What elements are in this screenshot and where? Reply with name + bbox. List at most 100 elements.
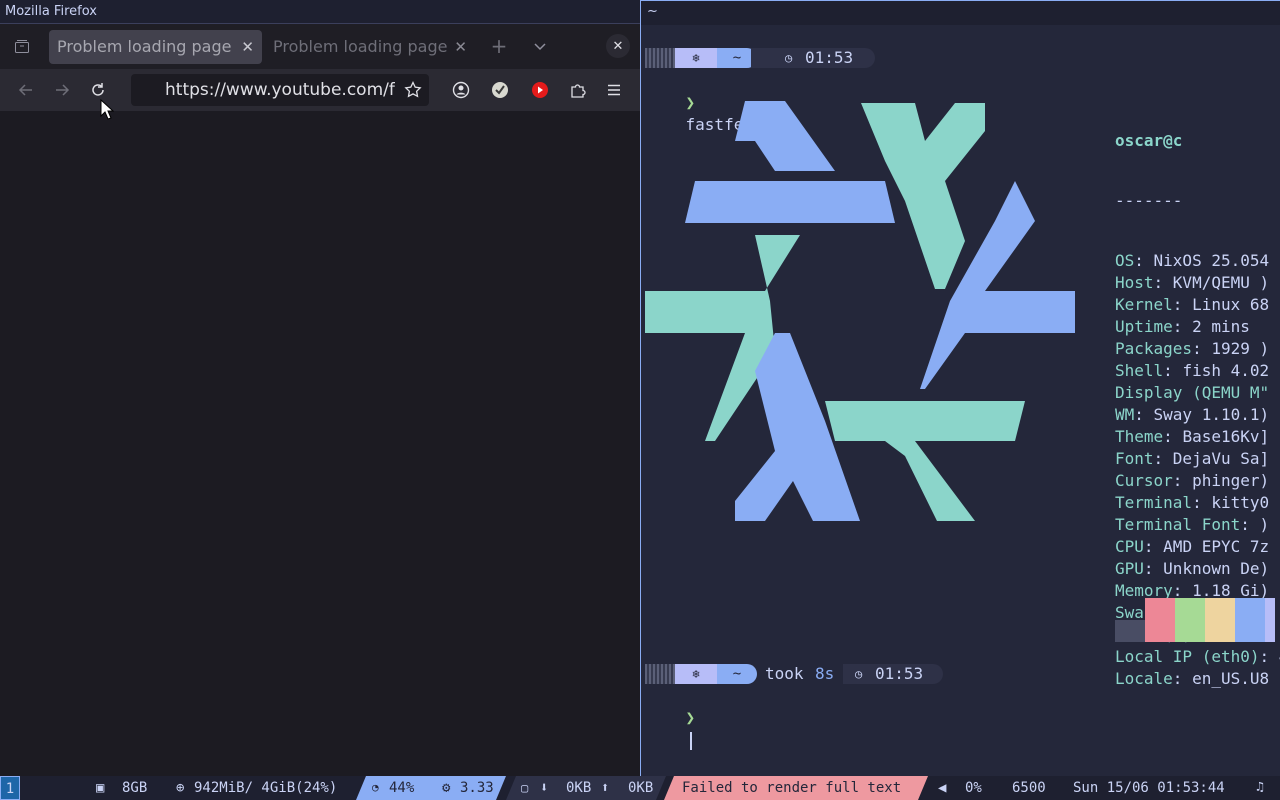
info-line: Font: DejaVu Sa] <box>1115 448 1280 470</box>
navigation-toolbar: https://www.youtube.com/fe <box>0 69 640 111</box>
memory-usage: 942MiB/ 4GiB(24%) <box>194 780 338 796</box>
info-value: fish 4.02 <box>1182 361 1270 380</box>
info-line: Cursor: phinger) <box>1115 470 1280 492</box>
new-tab-icon[interactable]: + <box>489 34 509 58</box>
info-key: Font <box>1115 449 1154 468</box>
info-line: Kernel: Linux 68 <box>1115 294 1280 316</box>
forward-icon[interactable] <box>52 80 72 100</box>
palette-swatch <box>1175 598 1205 642</box>
download-icon: ⬇ <box>540 780 549 796</box>
info-key: Display (QEMU M" <box>1115 383 1270 402</box>
page-content[interactable] <box>0 111 640 776</box>
info-colon: : <box>1172 471 1193 490</box>
info-key: Cursor <box>1115 471 1173 490</box>
close-window-icon[interactable]: ✕ <box>606 34 630 58</box>
palette-swatch <box>1145 598 1175 642</box>
tab-problem-loading-2[interactable]: Problem loading page ✕ <box>265 30 475 64</box>
info-value: Linux 68 <box>1192 295 1270 314</box>
cpu-usage: 44% <box>389 780 415 796</box>
info-line: Theme: Base16Kv] <box>1115 426 1280 448</box>
info-key: CPU <box>1115 537 1144 556</box>
info-value: 2 mins <box>1192 317 1250 336</box>
took-value: 8s <box>815 664 835 683</box>
info-colon: : <box>1153 449 1173 468</box>
load-average: 3.33 <box>460 780 494 796</box>
info-key: Uptime <box>1115 317 1173 336</box>
info-value: NixOS 25.054 <box>1153 251 1270 270</box>
extensions-icon[interactable] <box>568 80 588 100</box>
color-palette <box>1115 598 1280 642</box>
text-cursor <box>689 731 692 750</box>
info-line: Host: KVM/QEMU ) <box>1115 272 1280 294</box>
net-down: 0KB <box>566 780 592 796</box>
terminal-window[interactable]: ~ ❄ ~ ◷ 01:53 ❯ fastfetch oscar@c ------… <box>640 0 1280 776</box>
info-colon: : <box>1172 669 1193 688</box>
info-key: GPU <box>1115 559 1144 578</box>
close-tab-icon[interactable]: ✕ <box>241 30 254 64</box>
account-icon[interactable] <box>451 80 471 100</box>
url-bar[interactable]: https://www.youtube.com/fe <box>131 74 429 106</box>
cpu-icon: ◔ <box>372 781 379 794</box>
info-colon: : <box>1172 295 1193 314</box>
info-value: Base16Kv] <box>1182 427 1270 446</box>
input-line[interactable]: ❯ <box>647 685 695 750</box>
volume-icon[interactable]: ◀ <box>938 776 946 800</box>
info-colon: : <box>1143 537 1164 556</box>
info-colon: : <box>1192 339 1212 358</box>
workspace-1-button[interactable]: 1 <box>0 776 20 800</box>
load-icon: ⚙ <box>442 780 451 796</box>
info-colon: : <box>1259 647 1279 666</box>
info-line: Terminal Font: ) <box>1115 514 1280 536</box>
upload-icon: ⬆ <box>601 780 610 796</box>
prompt-dir: ~ <box>717 664 757 684</box>
info-colon: : <box>1163 361 1183 380</box>
info-separator: ------- <box>1115 191 1183 210</box>
prompt-time: 01:53 <box>805 48 854 67</box>
info-line: Display (QEMU M" <box>1115 382 1280 404</box>
extension-icon[interactable] <box>490 80 510 100</box>
took-label: took <box>765 664 804 683</box>
notification-bell-icon[interactable]: ♫ <box>1256 776 1264 800</box>
youtube-icon[interactable] <box>530 80 550 100</box>
info-key: Host <box>1115 273 1154 292</box>
info-value: DejaVu Sa] <box>1172 449 1270 468</box>
net-up: 0KB <box>628 780 654 796</box>
bookmark-star-icon[interactable] <box>403 80 423 100</box>
info-key: WM <box>1115 405 1135 424</box>
info-colon: : <box>1192 493 1212 512</box>
info-value: Sway 1.10.1) <box>1153 405 1270 424</box>
firefox-window: Mozilla Firefox Problem loading page ✕ P… <box>0 0 640 776</box>
info-colon: : <box>1134 405 1154 424</box>
info-key: Packages <box>1115 339 1193 358</box>
prompt-time: 01:53 <box>875 664 924 683</box>
palette-swatch <box>1235 598 1265 642</box>
menu-icon[interactable] <box>604 80 624 100</box>
info-line: Local IP (eth0): 4 <box>1115 646 1280 668</box>
disk-usage: 8GB <box>122 780 148 796</box>
info-key: Shell <box>1115 361 1164 380</box>
close-tab-icon[interactable]: ✕ <box>454 30 467 64</box>
info-line: Uptime: 2 mins <box>1115 316 1280 338</box>
back-icon[interactable] <box>16 80 36 100</box>
tab-problem-loading-1[interactable]: Problem loading page ✕ <box>49 30 262 64</box>
tab-bar: Problem loading page ✕ Problem loading p… <box>0 24 640 69</box>
date-time: Sun 15/06 01:53:44 <box>1073 780 1225 796</box>
info-key: Terminal Font <box>1115 515 1241 534</box>
info-value: ) <box>1259 515 1270 534</box>
tab-label: Problem loading page <box>273 37 448 56</box>
logo-lambda-blue-1b <box>685 181 895 223</box>
volume-level[interactable]: 0% <box>965 776 982 800</box>
window-title: Mozilla Firefox <box>0 0 640 24</box>
info-colon: : <box>1153 273 1173 292</box>
reload-icon[interactable] <box>88 80 108 100</box>
info-colon: : <box>1134 251 1154 270</box>
nixos-logo <box>645 101 1075 521</box>
tab-dropdown-icon[interactable] <box>530 36 550 56</box>
info-line: Terminal: kitty0 <box>1115 492 1280 514</box>
error-text: Failed to render full text <box>682 780 902 796</box>
tab-label: Problem loading page <box>57 37 232 56</box>
info-colon: : <box>1240 515 1260 534</box>
url-text[interactable]: https://www.youtube.com/fe <box>165 74 395 106</box>
tab-list-icon[interactable] <box>12 36 32 56</box>
info-line: GPU: Unknown De) <box>1115 558 1280 580</box>
